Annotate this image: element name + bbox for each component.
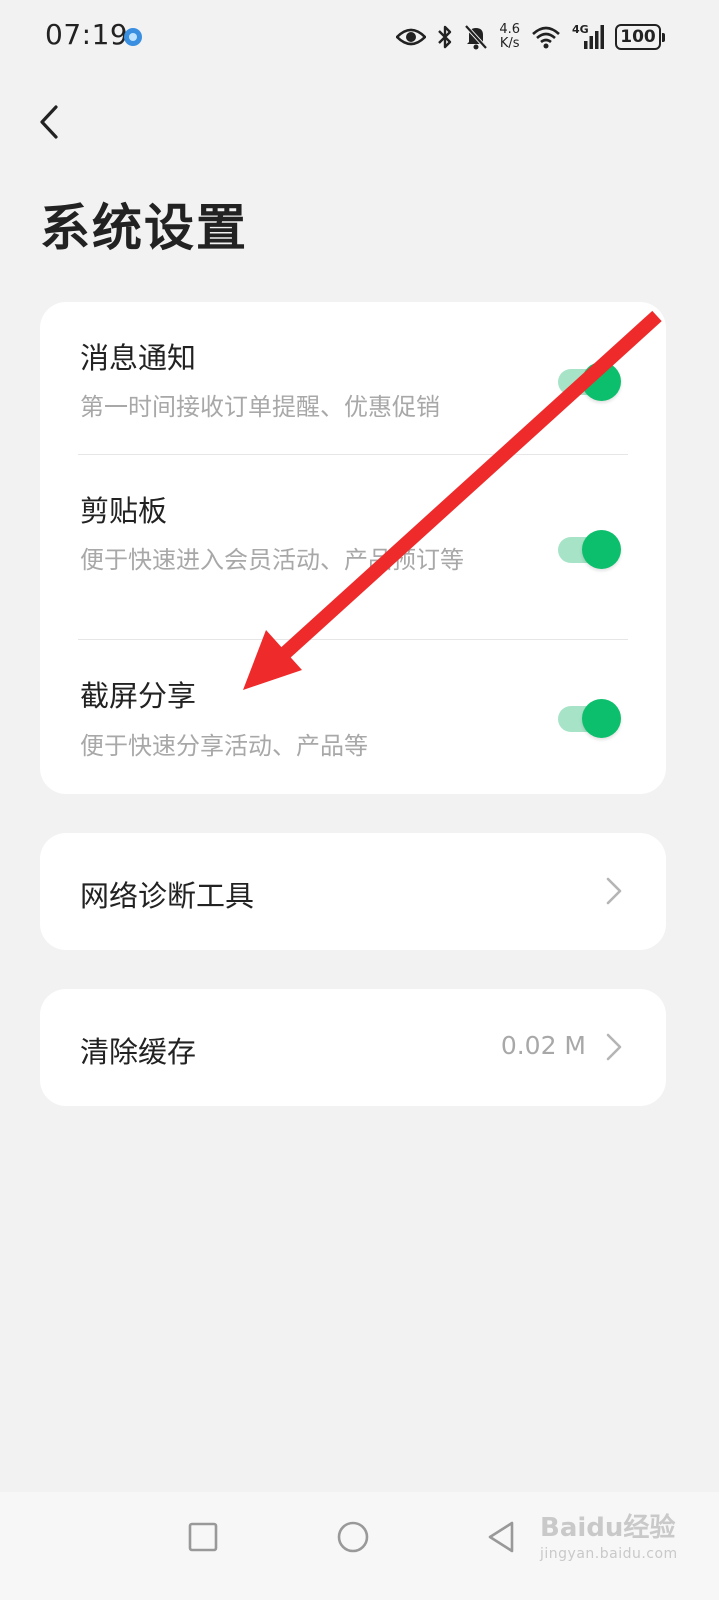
status-bar: 07:19 4.6 K/s 4G 100 (0, 0, 719, 75)
recents-button[interactable] (178, 1512, 228, 1562)
toggle-description: 便于快速分享活动、产品等 (80, 732, 368, 760)
toggle-title: 剪贴板 (80, 494, 168, 528)
clipboard-switch[interactable] (558, 529, 622, 569)
toggle-description: 便于快速进入会员活动、产品预订等 (80, 546, 464, 574)
net-speed: 4.6 K/s (499, 23, 520, 51)
wifi-icon (532, 26, 560, 49)
screen: 07:19 4.6 K/s 4G 100 系统设置 消息通知 第一时间接收订单提… (0, 0, 719, 1600)
watermark: Baidu经验 jingyan.baidu.com (540, 1507, 678, 1562)
clear-cache-label: 清除缓存 (80, 1035, 197, 1069)
signal-icon: 4G (572, 23, 604, 51)
switch-knob (582, 362, 621, 401)
eye-comfort-icon (396, 28, 427, 46)
status-icons: 4.6 K/s 4G 100 (396, 20, 665, 54)
back-triangle-icon (488, 1521, 514, 1553)
app-notification-icon (124, 28, 142, 46)
recents-square-icon (188, 1522, 218, 1552)
chevron-right-icon (606, 877, 622, 905)
message-notification-switch[interactable] (558, 361, 622, 401)
page-title: 系统设置 (40, 199, 248, 257)
toggle-row-screenshot-share: 截屏分享 便于快速分享活动、产品等 (40, 640, 666, 794)
clear-cache-item[interactable]: 清除缓存 0.02 M (40, 989, 666, 1106)
cache-size-value: 0.02 M (500, 1031, 586, 1060)
mute-icon (464, 24, 488, 50)
switch-knob (582, 530, 621, 569)
network-diagnostic-tool-label: 网络诊断工具 (80, 879, 255, 913)
home-circle-icon (337, 1521, 369, 1553)
chevron-left-icon (40, 105, 58, 139)
toggle-title: 截屏分享 (80, 679, 197, 713)
back-nav-button[interactable] (478, 1512, 528, 1562)
net-speed-unit: K/s (499, 36, 520, 51)
back-button[interactable] (28, 100, 72, 144)
toggle-row-clipboard: 剪贴板 便于快速进入会员活动、产品预订等 (40, 455, 666, 640)
screenshot-share-switch[interactable] (558, 698, 622, 738)
toggle-description: 第一时间接收订单提醒、优惠促销 (80, 393, 440, 421)
toggle-row-message-notification: 消息通知 第一时间接收订单提醒、优惠促销 (40, 302, 666, 455)
bluetooth-icon (438, 25, 452, 49)
notification-settings-card: 消息通知 第一时间接收订单提醒、优惠促销 剪贴板 便于快速进入会员活动、产品预订… (40, 302, 666, 794)
switch-knob (582, 699, 621, 738)
toggle-title: 消息通知 (80, 341, 197, 375)
navigation-bar: Baidu经验 jingyan.baidu.com (0, 1492, 719, 1600)
watermark-sub: jingyan.baidu.com (540, 1546, 678, 1562)
status-time: 07:19 (45, 18, 129, 51)
battery-level: 100 (620, 27, 656, 47)
home-button[interactable] (328, 1512, 378, 1562)
net-speed-value: 4.6 (499, 22, 520, 37)
chevron-right-icon (606, 1033, 622, 1061)
network-diagnostic-tool-item[interactable]: 网络诊断工具 (40, 833, 666, 950)
watermark-main: Baidu经验 (540, 1513, 676, 1543)
battery-icon: 100 (615, 24, 665, 50)
